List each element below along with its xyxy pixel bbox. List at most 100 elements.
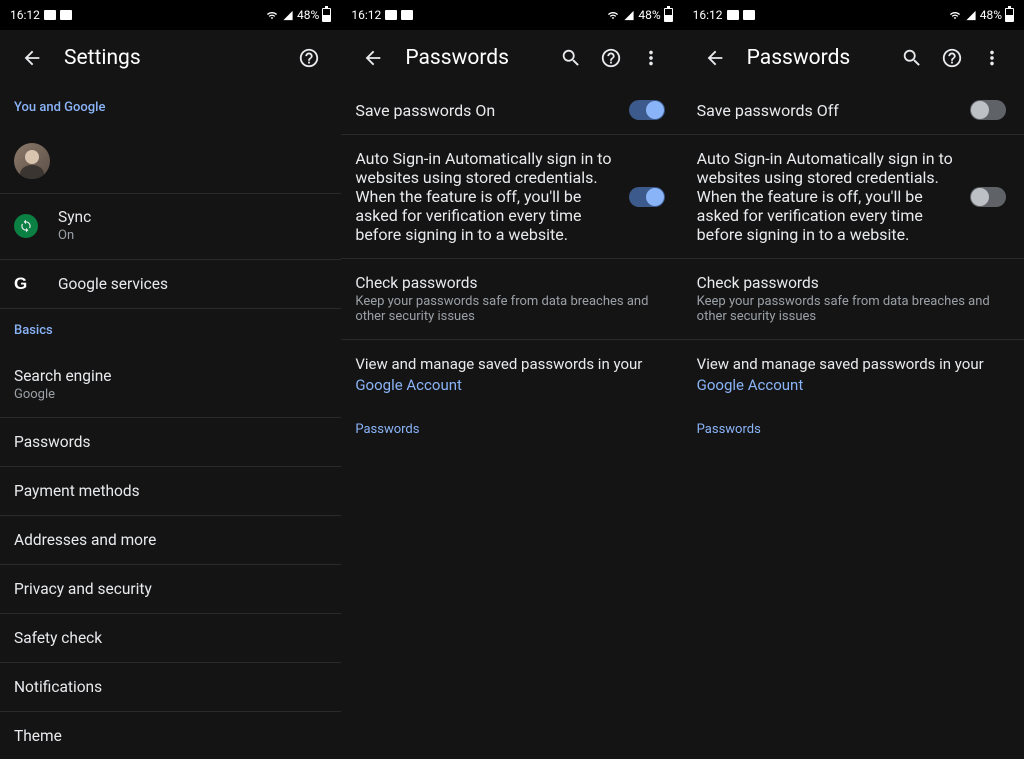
- addresses-label: Addresses and more: [14, 531, 327, 549]
- settings-content: You and Google Sync On G Goog: [0, 86, 341, 759]
- save-passwords-row[interactable]: Save passwords On: [341, 86, 682, 134]
- battery-text: 48%: [638, 8, 660, 22]
- passwords-section-label: Passwords: [341, 410, 682, 447]
- back-button[interactable]: [695, 38, 735, 78]
- sync-status: On: [58, 228, 327, 245]
- help-button[interactable]: [932, 38, 972, 78]
- passwords-content: Save passwords Off Auto Sign-in Automati…: [683, 86, 1024, 759]
- privacy-label: Privacy and security: [14, 580, 327, 598]
- passwords-section-label: Passwords: [683, 410, 1024, 447]
- settings-screen: 16:12 48% Settings You and Google: [0, 0, 341, 759]
- help-icon: [298, 47, 320, 69]
- help-button[interactable]: [289, 38, 329, 78]
- search-icon: [560, 47, 582, 69]
- battery-icon: [1005, 8, 1014, 22]
- view-manage-row: View and manage saved passwords in your …: [683, 340, 1024, 410]
- status-bar: 16:12 48%: [683, 0, 1024, 30]
- page-title: Passwords: [405, 46, 550, 70]
- wifi-icon: [265, 10, 279, 21]
- back-button[interactable]: [353, 38, 393, 78]
- avatar: [14, 143, 50, 179]
- status-time: 16:12: [10, 8, 40, 22]
- check-passwords-row[interactable]: Check passwords Keep your passwords safe…: [341, 259, 682, 339]
- more-vert-icon: [640, 47, 662, 69]
- notifications-row[interactable]: Notifications: [0, 663, 341, 711]
- view-manage-text: View and manage saved passwords in your: [355, 355, 642, 373]
- sync-label: Sync: [58, 208, 327, 226]
- battery-icon: [664, 8, 673, 22]
- check-passwords-desc: Keep your passwords safe from data breac…: [697, 294, 1010, 324]
- safety-check-label: Safety check: [14, 629, 327, 647]
- notifications-label: Notifications: [14, 678, 327, 696]
- google-services-row[interactable]: G Google services: [0, 260, 341, 308]
- passwords-screen-on: 16:12 48% Passwords Save passwords: [341, 0, 682, 759]
- safety-check-row[interactable]: Safety check: [0, 614, 341, 662]
- app-bar: Settings: [0, 30, 341, 86]
- status-time: 16:12: [351, 8, 381, 22]
- status-time: 16:12: [693, 8, 723, 22]
- save-passwords-label: Save passwords: [355, 101, 471, 120]
- theme-row[interactable]: Theme: [0, 712, 341, 759]
- signal-icon: [282, 10, 294, 21]
- passwords-content: Save passwords On Auto Sign-in Automatic…: [341, 86, 682, 759]
- auto-signin-row[interactable]: Auto Sign-in Automatically sign in to we…: [683, 135, 1024, 258]
- sync-row[interactable]: Sync On: [0, 194, 341, 259]
- section-you-google: You and Google: [0, 86, 341, 129]
- auto-signin-toggle[interactable]: [970, 187, 1006, 207]
- search-engine-value: Google: [14, 387, 327, 402]
- view-manage-row: View and manage saved passwords in your …: [341, 340, 682, 410]
- account-row[interactable]: [0, 129, 341, 193]
- app-icon: [401, 10, 413, 20]
- page-title: Passwords: [747, 46, 892, 70]
- app-icon: [743, 10, 755, 20]
- check-passwords-desc: Keep your passwords safe from data breac…: [355, 294, 668, 324]
- wifi-icon: [948, 10, 962, 21]
- passwords-row[interactable]: Passwords: [0, 418, 341, 466]
- arrow-back-icon: [704, 47, 726, 69]
- search-button[interactable]: [892, 38, 932, 78]
- picture-icon: [727, 10, 739, 20]
- save-passwords-label: Save passwords: [697, 101, 813, 120]
- addresses-row[interactable]: Addresses and more: [0, 516, 341, 564]
- passwords-screen-off: 16:12 48% Passwords Save passwords: [683, 0, 1024, 759]
- theme-label: Theme: [14, 727, 327, 745]
- battery-text: 48%: [297, 8, 319, 22]
- app-icon: [60, 10, 72, 20]
- save-passwords-toggle[interactable]: [970, 100, 1006, 120]
- page-title: Settings: [64, 46, 289, 70]
- save-passwords-status: On: [475, 101, 495, 120]
- check-passwords-row[interactable]: Check passwords Keep your passwords safe…: [683, 259, 1024, 339]
- help-icon: [600, 47, 622, 69]
- status-bar: 16:12 48%: [0, 0, 341, 30]
- save-passwords-toggle[interactable]: [629, 100, 665, 120]
- auto-signin-label: Auto Sign-in: [697, 149, 783, 168]
- privacy-row[interactable]: Privacy and security: [0, 565, 341, 613]
- sync-icon: [14, 214, 38, 238]
- help-button[interactable]: [591, 38, 631, 78]
- help-icon: [941, 47, 963, 69]
- check-passwords-label: Check passwords: [697, 274, 1010, 292]
- app-bar: Passwords: [683, 30, 1024, 86]
- auto-signin-label: Auto Sign-in: [355, 149, 441, 168]
- auto-signin-toggle[interactable]: [629, 187, 665, 207]
- back-button[interactable]: [12, 38, 52, 78]
- auto-signin-row[interactable]: Auto Sign-in Automatically sign in to we…: [341, 135, 682, 258]
- signal-icon: [965, 10, 977, 21]
- picture-icon: [385, 10, 397, 20]
- view-manage-text: View and manage saved passwords in your: [697, 355, 984, 373]
- battery-icon: [322, 8, 331, 22]
- google-account-link[interactable]: Google Account: [355, 376, 462, 394]
- passwords-label: Passwords: [14, 433, 327, 451]
- google-account-link[interactable]: Google Account: [697, 376, 804, 394]
- more-vert-icon: [981, 47, 1003, 69]
- overflow-button[interactable]: [631, 38, 671, 78]
- overflow-button[interactable]: [972, 38, 1012, 78]
- battery-text: 48%: [980, 8, 1002, 22]
- payment-methods-row[interactable]: Payment methods: [0, 467, 341, 515]
- search-engine-row[interactable]: Search engine Google: [0, 352, 341, 417]
- google-services-label: Google services: [58, 275, 327, 293]
- google-logo-icon: G: [14, 274, 27, 294]
- section-basics: Basics: [0, 309, 341, 352]
- save-passwords-row[interactable]: Save passwords Off: [683, 86, 1024, 134]
- search-button[interactable]: [551, 38, 591, 78]
